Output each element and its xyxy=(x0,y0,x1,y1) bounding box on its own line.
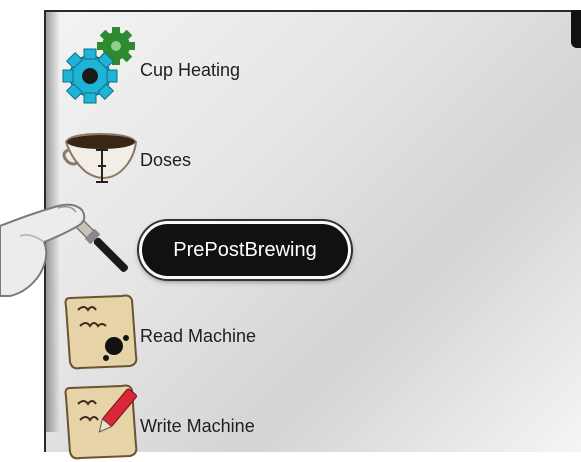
menu-item-label: Cup Heating xyxy=(140,60,241,80)
panel-corner xyxy=(571,10,581,48)
pointing-finger-icon xyxy=(0,203,86,297)
menu-item-doses[interactable]: Doses xyxy=(60,120,540,200)
menu-item-prepostbrewing[interactable]: PrePostBrewing xyxy=(60,205,540,285)
menu-item-cup-heating[interactable]: Cup Heating xyxy=(60,26,540,106)
menu-item-label: Write Machine xyxy=(140,416,255,436)
menu-item-read-machine[interactable]: Read Machine xyxy=(60,292,540,372)
menu-item-label: Doses xyxy=(140,150,192,170)
highlight-bubble: PrePostBrewing xyxy=(139,221,351,279)
menu-item-write-machine[interactable]: Write Machine xyxy=(60,382,540,462)
gears-icon xyxy=(62,27,135,104)
cup-icon xyxy=(62,132,138,183)
menu-item-label: Read Machine xyxy=(140,326,257,346)
scroll-write-icon xyxy=(64,384,138,460)
